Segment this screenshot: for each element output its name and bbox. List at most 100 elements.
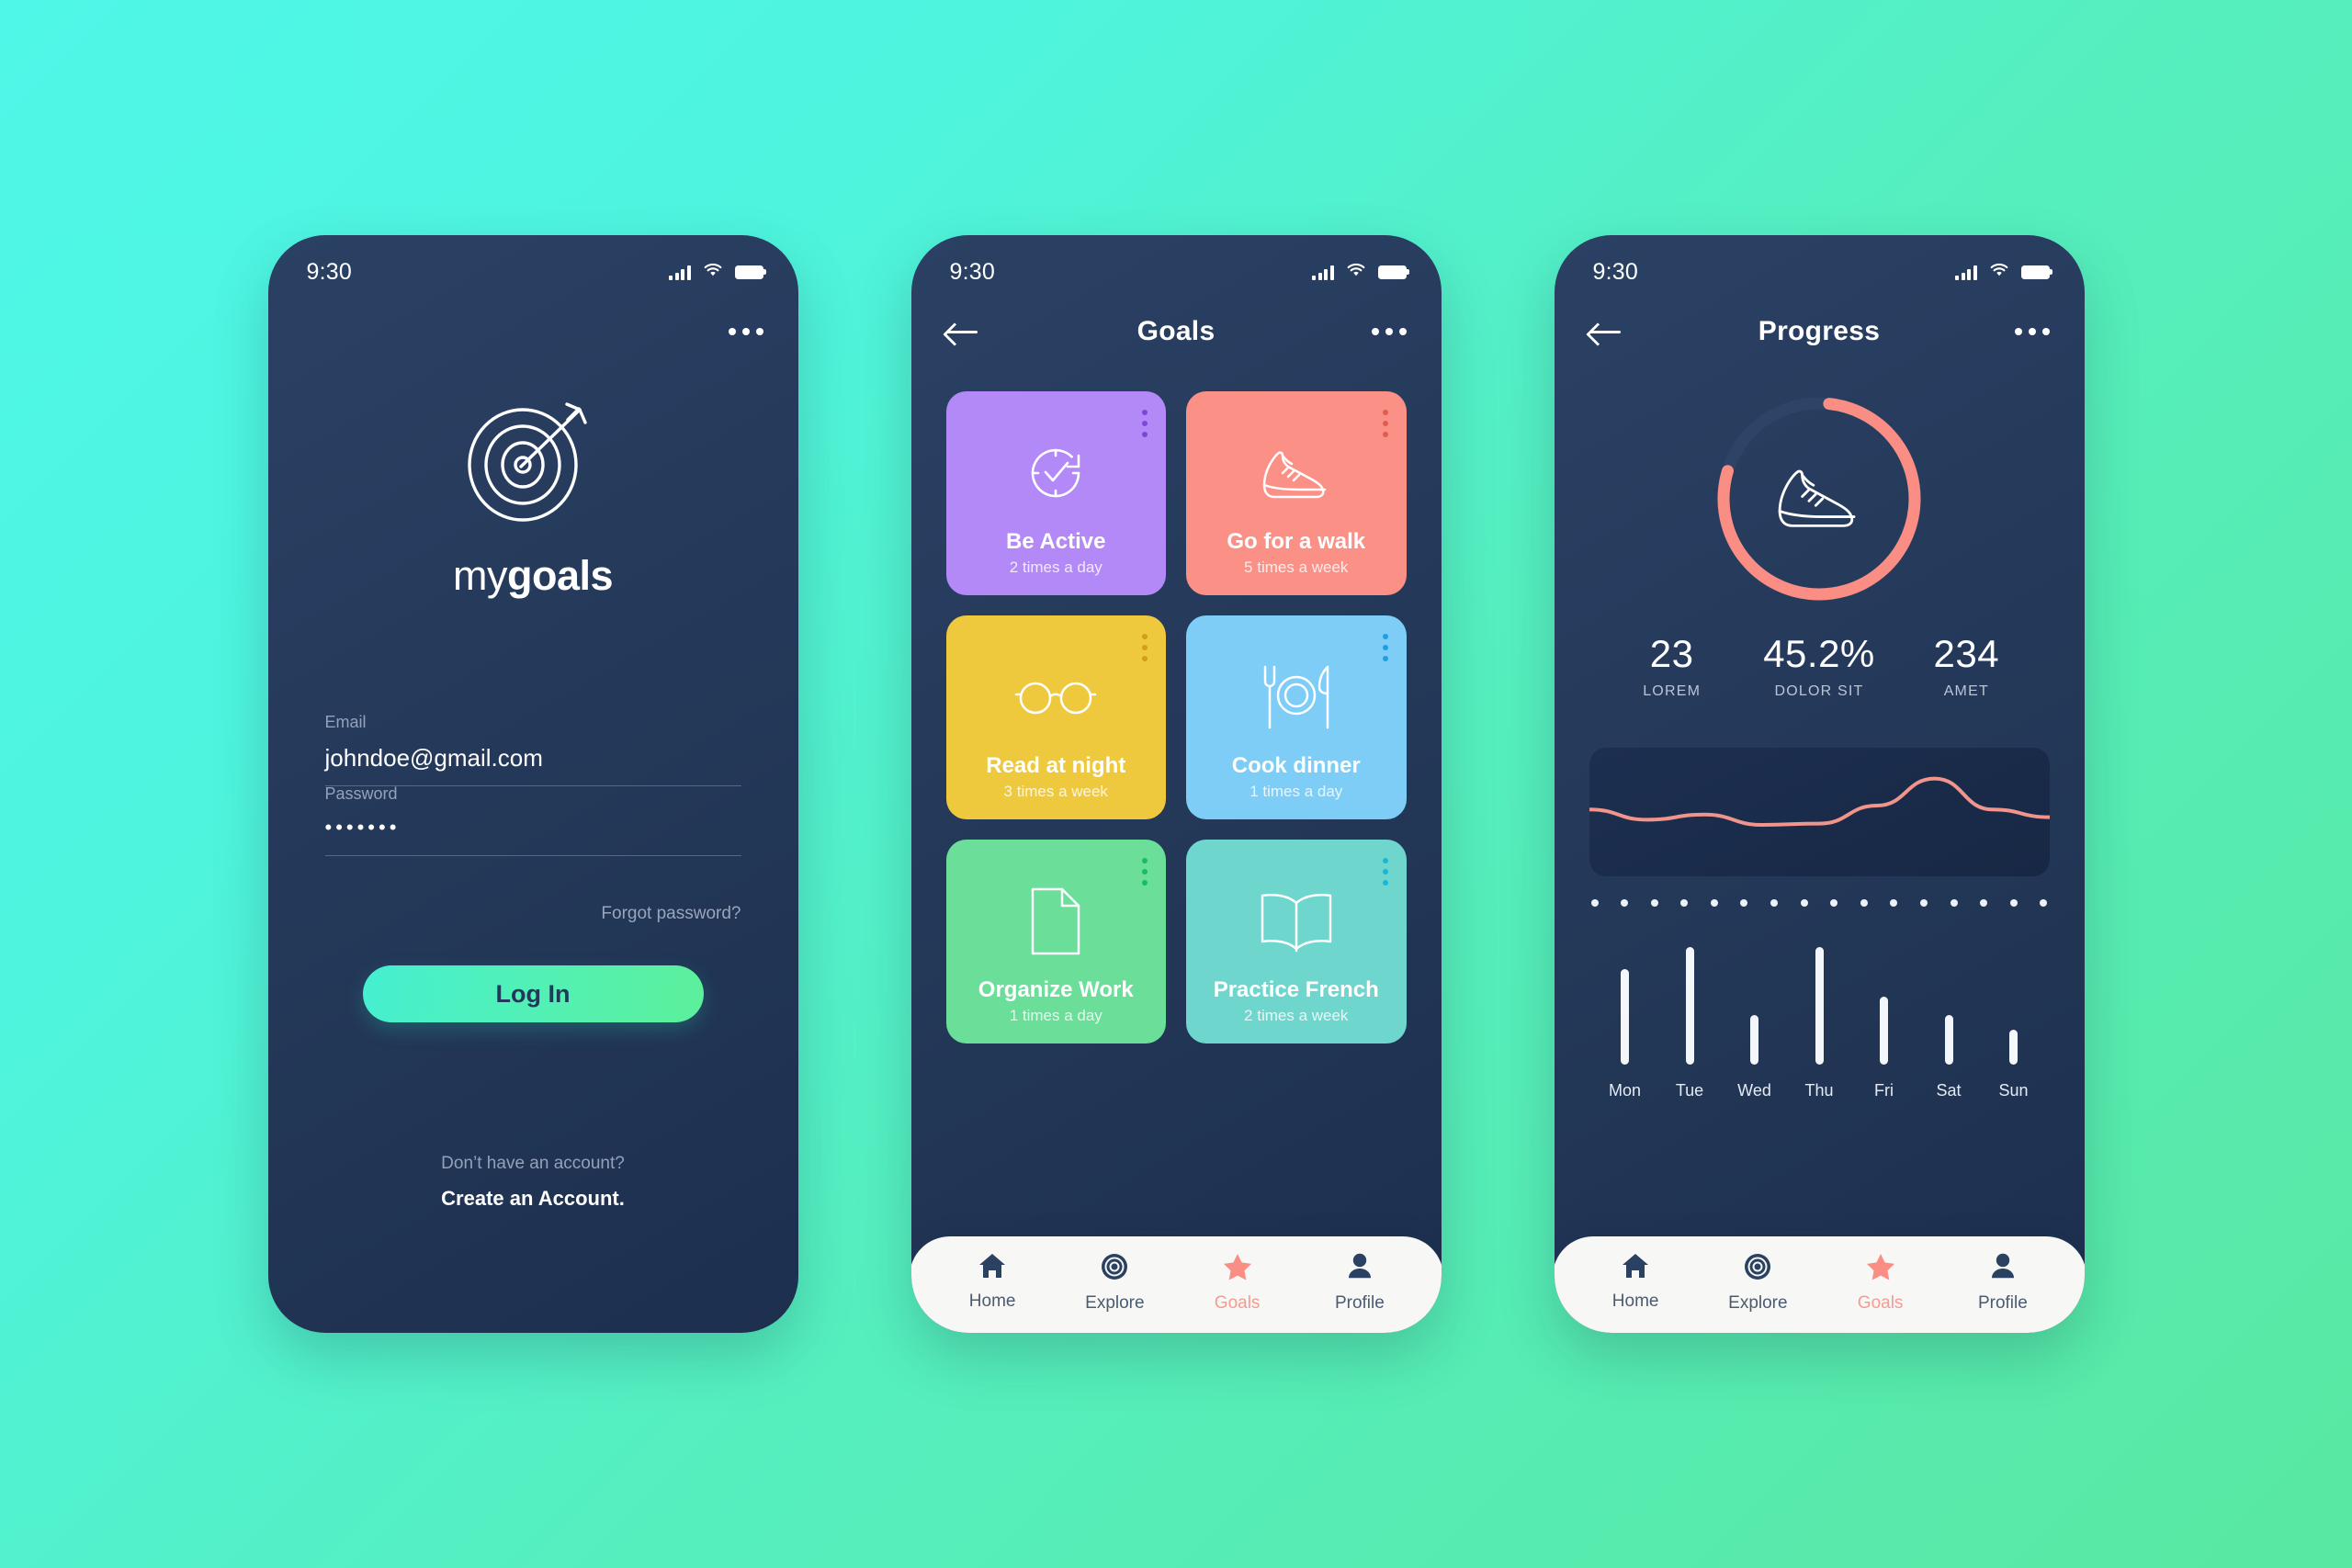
chart-dot: [2040, 899, 2048, 907]
nav-item-profile[interactable]: Profile: [1952, 1253, 2053, 1314]
home-icon: [1622, 1253, 1649, 1283]
email-input[interactable]: johndoe@gmail.com: [324, 744, 741, 786]
nav-item-explore[interactable]: Explore: [1064, 1253, 1165, 1314]
person-icon: [1990, 1253, 2016, 1285]
card-menu-button[interactable]: [1382, 410, 1388, 437]
nav-item-home[interactable]: Home: [942, 1253, 1043, 1312]
chart-dot: [1800, 899, 1808, 907]
nav-label: Goals: [1857, 1293, 1904, 1313]
bar: [1621, 969, 1629, 1065]
chart-dot: [1680, 899, 1689, 907]
bar: [1815, 947, 1824, 1065]
wifi-icon: [1346, 263, 1366, 282]
goal-card-go-for-a-walk[interactable]: Go for a walk 5 times a week: [1186, 391, 1407, 595]
chart-dot: [1920, 899, 1928, 907]
goal-title: Go for a walk: [1227, 529, 1366, 554]
stat-value: 234: [1933, 632, 2000, 675]
chart-dot-row: [1590, 899, 2048, 907]
stat-label: DOLOR SIT: [1774, 683, 1864, 699]
bar-column-sat: Sat: [1926, 1015, 1972, 1100]
back-arrow-icon[interactable]: [1589, 321, 1624, 343]
stat-amet: 234 AMET: [1893, 632, 2040, 700]
phone-progress-screen: 9:30 Progress 23 LOREM 45.2% DOLOR SIT 2…: [1554, 235, 2085, 1333]
wifi-icon: [1989, 263, 2009, 282]
goal-card-organize-work[interactable]: Organize Work 1 times a day: [945, 840, 1166, 1043]
login-button[interactable]: Log In: [362, 965, 704, 1022]
phone-login-screen: 9:30 mygoals Email johndoe@gmail.com Pas…: [267, 235, 798, 1333]
back-arrow-icon[interactable]: [945, 321, 981, 343]
sneaker-icon: [1257, 445, 1336, 502]
sneaker-icon: [1770, 462, 1868, 536]
password-input[interactable]: •••••••: [324, 816, 741, 856]
chart-dot: [1890, 899, 1898, 907]
signal-icon: [1955, 265, 1977, 280]
target-icon: [1744, 1253, 1771, 1285]
goal-frequency: 3 times a week: [1003, 783, 1108, 800]
forgot-password-link[interactable]: Forgot password?: [268, 904, 741, 924]
stat-lorem: 23 LOREM: [1599, 632, 1746, 700]
bar-column-mon: Mon: [1602, 969, 1648, 1100]
bar: [1944, 1015, 1953, 1065]
card-menu-button[interactable]: [1142, 410, 1148, 437]
page-title: Progress: [1758, 316, 1881, 346]
clock-check-icon: [1022, 439, 1090, 507]
card-menu-button[interactable]: [1382, 858, 1388, 886]
page-title: Goals: [1136, 316, 1216, 346]
email-field-group: Email johndoe@gmail.com: [324, 713, 741, 786]
status-bar: 9:30: [1555, 235, 2085, 292]
goal-card-read-at-night[interactable]: Read at night 3 times a week: [945, 615, 1166, 819]
weekly-bar-chart: Mon Tue Wed Thu Fri Sat Sun: [1602, 935, 2037, 1100]
nav-label: Home: [1611, 1292, 1659, 1311]
status-bar: 9:30: [911, 235, 1442, 292]
signup-block: Don’t have an account? Create an Account…: [268, 1154, 798, 1211]
nav-item-goals[interactable]: Goals: [1187, 1253, 1288, 1314]
bar-label: Fri: [1874, 1081, 1894, 1100]
chart-dot: [1621, 899, 1629, 907]
card-menu-button[interactable]: [1382, 634, 1388, 661]
chart-dot: [1860, 899, 1868, 907]
bar-label: Sat: [1936, 1081, 1962, 1100]
chart-dot: [1950, 899, 1958, 907]
goal-title: Practice French: [1213, 977, 1379, 1002]
more-options-button[interactable]: [728, 328, 763, 335]
status-icons: [1955, 263, 2052, 282]
goal-frequency: 1 times a day: [1250, 783, 1343, 800]
app-wordmark: mygoals: [452, 552, 614, 599]
nav-item-goals[interactable]: Goals: [1830, 1253, 1931, 1314]
goal-card-be-active[interactable]: Be Active 2 times a day: [945, 391, 1166, 595]
card-menu-button[interactable]: [1142, 858, 1148, 886]
goal-card-practice-french[interactable]: Practice French 2 times a week: [1186, 840, 1407, 1043]
goals-grid: Be Active 2 times a day Go for a walk 5 …: [945, 391, 1407, 1043]
line-chart: [1589, 776, 2050, 827]
bottom-navigation: Home Explore Goals Profile: [910, 1236, 1442, 1333]
more-options-button[interactable]: [1371, 328, 1407, 335]
stat-label: AMET: [1943, 683, 1989, 699]
home-icon: [978, 1253, 1006, 1283]
goal-card-cook-dinner[interactable]: Cook dinner 1 times a day: [1186, 615, 1407, 819]
bar-column-thu: Thu: [1796, 947, 1842, 1100]
bar: [1685, 947, 1694, 1065]
stat-value: 45.2%: [1763, 632, 1875, 675]
nav-item-profile[interactable]: Profile: [1309, 1253, 1410, 1314]
bar-label: Thu: [1804, 1081, 1834, 1100]
card-menu-button[interactable]: [1142, 634, 1148, 661]
signal-icon: [1312, 265, 1334, 280]
chart-dot: [1650, 899, 1658, 907]
goal-frequency: 5 times a week: [1244, 558, 1349, 576]
glasses-icon: [1013, 676, 1098, 718]
nav-item-home[interactable]: Home: [1585, 1253, 1686, 1312]
status-time: 9:30: [949, 258, 995, 285]
bar-label: Sun: [1998, 1081, 2029, 1100]
progress-app-bar: Progress: [1555, 292, 2085, 371]
star-icon: [1223, 1253, 1252, 1285]
password-field-group: Password •••••••: [324, 784, 741, 856]
nav-item-explore[interactable]: Explore: [1707, 1253, 1808, 1314]
goal-title: Be Active: [1006, 529, 1106, 554]
cutlery-plate-icon: [1256, 663, 1337, 731]
create-account-link[interactable]: Create an Account.: [268, 1187, 798, 1211]
phone-goals-screen: 9:30 Goals Be Active 2 times a day Go fo…: [910, 235, 1442, 1333]
more-options-button[interactable]: [2014, 328, 2050, 335]
chart-dot: [2009, 899, 2018, 907]
line-chart-card: [1589, 748, 2050, 876]
bar-column-tue: Tue: [1667, 947, 1713, 1100]
